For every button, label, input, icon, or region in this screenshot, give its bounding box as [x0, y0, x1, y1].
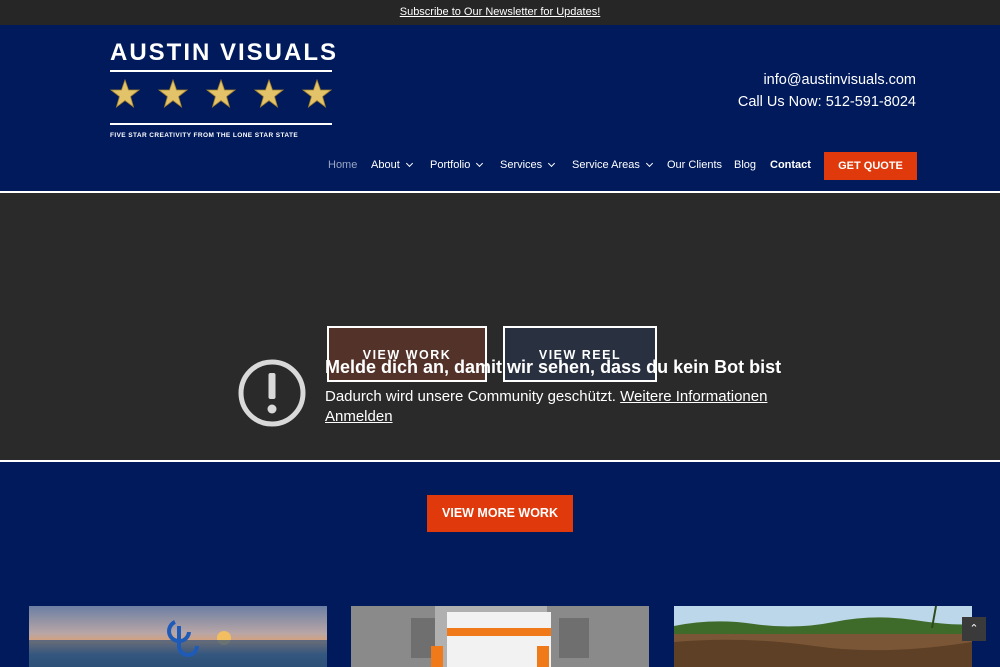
alert-title: Melde dich an, damit wir sehen, dass du … [325, 357, 782, 377]
nav-item-about[interactable]: About [371, 152, 413, 178]
chevron-up-icon: ⌃ [969, 623, 979, 635]
star-icon [254, 79, 284, 109]
nav-item-label: Our Clients [667, 159, 723, 171]
logo-title: AUSTIN VISUALS [110, 39, 339, 66]
contact-phone[interactable]: Call Us Now: 512-591-8024 [738, 91, 916, 113]
cliff-landscape-image [674, 606, 972, 667]
get-quote-button[interactable]: GET QUOTE [824, 152, 917, 180]
nav-item-label: Service Areas [572, 159, 640, 171]
star-icon [302, 79, 332, 109]
logo-rule-bottom [110, 123, 332, 125]
chevron-down-icon [405, 159, 413, 168]
nav-item-home[interactable]: Home [328, 152, 357, 178]
newsletter-bar: Subscribe to Our Newsletter for Updates! [0, 0, 1000, 25]
scroll-to-top-button[interactable]: ⌃ [962, 617, 986, 641]
portfolio-thumbnail[interactable] [674, 606, 972, 667]
video-divider [0, 460, 1000, 462]
nav-item-contact[interactable]: Contact [770, 152, 811, 178]
nav-item-label: Contact [770, 159, 811, 171]
more-info-link[interactable]: Weitere Informationen [620, 388, 767, 405]
site-logo[interactable]: AUSTIN VISUALS FIVE STAR CREATIVITY FROM… [110, 39, 339, 143]
alert-icon [238, 359, 306, 427]
logo-tagline: FIVE STAR CREATIVITY FROM THE LONE STAR … [110, 132, 299, 139]
site-header: AUSTIN VISUALS FIVE STAR CREATIVITY FROM… [0, 25, 1000, 191]
portfolio-thumbnail[interactable] [351, 606, 649, 667]
star-icon [206, 79, 236, 109]
nav-item-label: About [371, 159, 400, 171]
nav-item-label: Portfolio [430, 159, 471, 171]
contact-email[interactable]: info@austinvisuals.com [738, 69, 916, 91]
bucket-product-image [411, 606, 589, 667]
video-embed[interactable]: VIEW WORK VIEW REEL Melde dich an, damit… [0, 193, 1000, 460]
alert-text: Dadurch wird unsere Community geschützt. [325, 388, 616, 405]
nav-item-label: Home [328, 159, 358, 171]
sunset-logo-image [29, 620, 327, 667]
star-icon [110, 79, 140, 109]
alert-message: Dadurch wird unsere Community geschützt.… [325, 387, 795, 427]
nav-item-services[interactable]: Services [500, 152, 556, 178]
chevron-down-icon [476, 159, 484, 168]
chevron-down-icon [548, 159, 556, 168]
chevron-down-icon [645, 159, 653, 168]
view-more-work-button[interactable]: VIEW MORE WORK [427, 495, 573, 532]
nav-item-label: Services [500, 159, 543, 171]
header-contact: info@austinvisuals.com Call Us Now: 512-… [738, 69, 916, 113]
logo-rule-top [110, 70, 332, 72]
newsletter-link[interactable]: Subscribe to Our Newsletter for Updates! [400, 6, 601, 18]
logo-stars [110, 79, 332, 113]
nav-item-portfolio[interactable]: Portfolio [430, 152, 484, 178]
nav-item-service-areas[interactable]: Service Areas [572, 152, 653, 178]
nav-item-blog[interactable]: Blog [734, 152, 756, 178]
portfolio-thumbnail[interactable] [29, 606, 327, 667]
nav-item-label: Blog [734, 159, 757, 171]
star-icon [158, 79, 188, 109]
nav-item-our-clients[interactable]: Our Clients [667, 152, 722, 178]
sign-in-link[interactable]: Anmelden [325, 408, 393, 425]
